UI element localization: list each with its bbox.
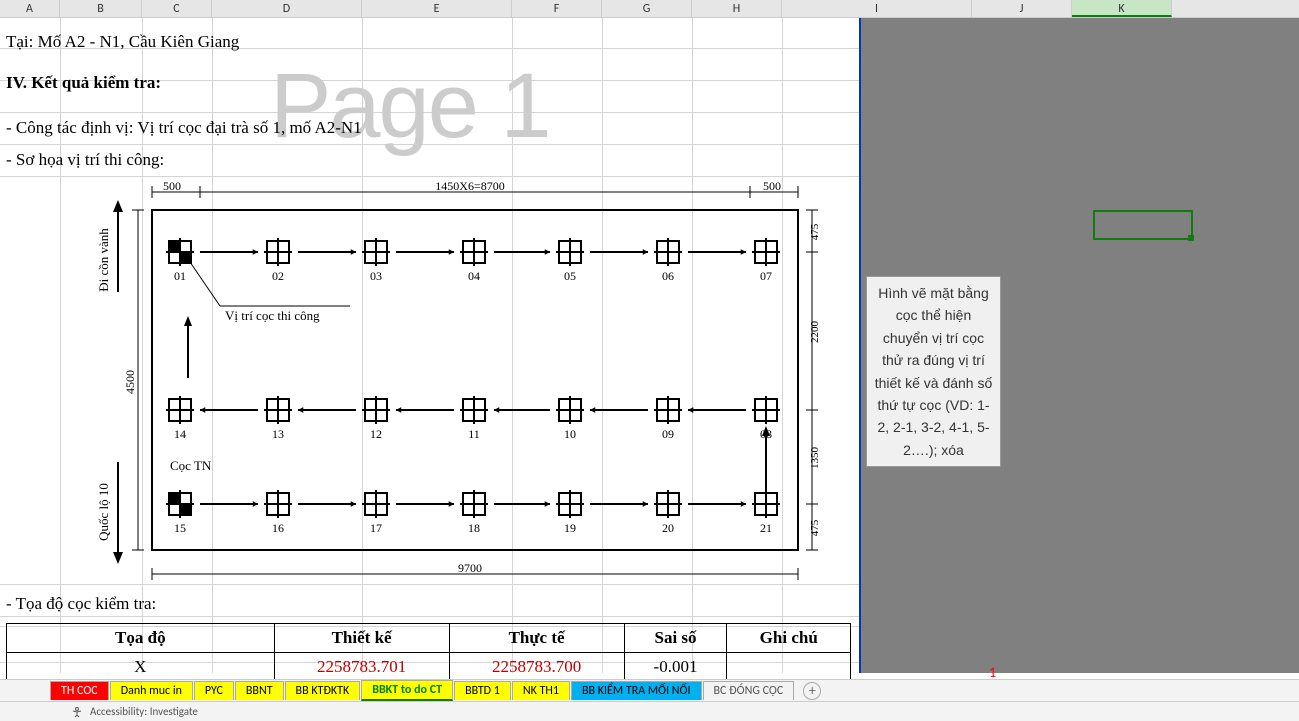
col-header-E[interactable]: E xyxy=(362,0,512,17)
left-arrow-bottom xyxy=(113,462,123,564)
sheet-tab[interactable]: PYC xyxy=(194,681,234,700)
accessibility-icon[interactable] xyxy=(70,705,84,719)
pile-label-21: 21 xyxy=(760,521,772,535)
dim-r4: 475 xyxy=(809,519,821,536)
pile-label-12: 12 xyxy=(370,427,382,441)
sheet-tab[interactable]: BB KTĐKTK xyxy=(285,681,361,700)
cell-comment: Hình vẽ mặt bằng cọc thể hiện chuyển vị … xyxy=(866,276,1001,467)
congtac-text: - Công tác định vị: Vị trí cọc đại trà s… xyxy=(6,118,362,138)
sheet-tab[interactable]: TH COC xyxy=(50,681,109,700)
pile-label-09: 09 xyxy=(662,427,674,441)
pile-label-03: 03 xyxy=(370,269,382,283)
col-header-K[interactable]: K xyxy=(1072,0,1172,17)
cell-thietke: 2258783.701 xyxy=(274,653,449,682)
left-arrow-top xyxy=(113,200,123,292)
pile-label-16: 16 xyxy=(272,521,284,535)
status-bar: Accessibility: Investigate xyxy=(0,701,1299,721)
dim-left: 4500 xyxy=(123,370,137,394)
sheet-tab[interactable]: BC ĐÓNG CỌC xyxy=(703,681,795,700)
col-header-B[interactable]: B xyxy=(60,0,142,17)
table-header: Tọa độ xyxy=(7,624,275,653)
left-label-top: Đi cồn vành xyxy=(96,228,111,292)
dim-top-right: 500 xyxy=(763,182,781,193)
coordinates-table: Tọa độThiết kếThực tếSai sốGhi chú X 225… xyxy=(6,623,851,682)
pile-label-19: 19 xyxy=(564,521,576,535)
table-header: Sai số xyxy=(624,624,727,653)
dim-top-mid: 1450X6=8700 xyxy=(435,182,504,193)
dim-r1: 475 xyxy=(809,223,821,240)
cell-label: X xyxy=(7,653,275,682)
col-header-F[interactable]: F xyxy=(512,0,602,17)
column-header-row: ABCDEFGHIJK xyxy=(0,0,1299,18)
toado-heading: - Tọa độ cọc kiểm tra: xyxy=(6,594,156,614)
dim-bottom: 9700 xyxy=(458,561,482,575)
active-cell-outline[interactable] xyxy=(1093,210,1193,240)
add-sheet-button[interactable]: + xyxy=(803,682,821,700)
table-header: Thực tế xyxy=(449,624,624,653)
table-header: Thiết kế xyxy=(274,624,449,653)
col-header-I[interactable]: I xyxy=(782,0,972,17)
note-vitri: Vị trí cọc thi công xyxy=(225,308,320,323)
col-header-G[interactable]: G xyxy=(602,0,692,17)
pile-label-02: 02 xyxy=(272,269,284,283)
worksheet-gray-area[interactable]: Hình vẽ mặt bằng cọc thể hiện chuyển vị … xyxy=(861,18,1299,673)
sheet-tab-bar: TH COCDanh muc inPYCBBNTBB KTĐKTKBBKT to… xyxy=(0,679,1299,701)
col-header-J[interactable]: J xyxy=(972,0,1072,17)
sheet-tab[interactable]: BBNT xyxy=(235,681,284,700)
pile-label-13: 13 xyxy=(272,427,284,441)
dim-top-left: 500 xyxy=(163,182,181,193)
cell-thucte: 2258783.700 xyxy=(449,653,624,682)
cell-saiso: -0.001 xyxy=(624,653,727,682)
pile-label-15: 15 xyxy=(174,521,186,535)
location-text: Tại: Mố A2 - N1, Cầu Kiên Giang xyxy=(6,32,239,52)
col-header-H[interactable]: H xyxy=(692,0,782,17)
col-header-C[interactable]: C xyxy=(142,0,212,17)
pile-label-17: 17 xyxy=(370,521,382,535)
col-header-D[interactable]: D xyxy=(212,0,362,17)
pile-label-07: 07 xyxy=(760,269,772,283)
sheet-tab[interactable]: NK TH1 xyxy=(512,681,570,700)
pile-label-14: 14 xyxy=(174,427,186,441)
pile-label-06: 06 xyxy=(662,269,674,283)
left-label-bottom: Quốc lộ 10 xyxy=(96,483,111,541)
note-coctn: Cọc TN xyxy=(170,458,212,473)
worksheet-print-area[interactable]: Page 1 Tại: Mố A2 - N1, Cầu Kiên Giang I… xyxy=(0,18,861,673)
section-heading: IV. Kết quả kiểm tra: xyxy=(6,73,161,93)
pile-label-01: 01 xyxy=(174,269,186,283)
sohoa-text: - Sơ họa vị trí thi công: xyxy=(6,150,164,170)
sheet-tab[interactable]: BBTD 1 xyxy=(454,681,511,700)
pile-label-20: 20 xyxy=(662,521,674,535)
pile-label-18: 18 xyxy=(468,521,480,535)
dim-r2: 2200 xyxy=(809,321,821,344)
page-watermark: Page 1 xyxy=(270,54,550,159)
pile-label-11: 11 xyxy=(468,427,480,441)
col-header-A[interactable]: A xyxy=(0,0,60,17)
status-text: Accessibility: Investigate xyxy=(90,705,198,718)
sheet-tab[interactable]: BB KIỂM TRA MỐI NỐI xyxy=(571,681,702,700)
sheet-tab[interactable]: BBKT to do CT xyxy=(361,680,453,701)
pile-layout-diagram: 500 1450X6=8700 500 9700 4500 xyxy=(90,182,850,582)
pile-label-10: 10 xyxy=(564,427,576,441)
pile-label-05: 05 xyxy=(564,269,576,283)
pile-label-04: 04 xyxy=(468,269,480,283)
table-header: Ghi chú xyxy=(727,624,851,653)
sheet-tab[interactable]: Danh muc in xyxy=(110,681,193,700)
dim-r3: 1350 xyxy=(809,447,821,470)
cell-ghichu xyxy=(727,653,851,682)
